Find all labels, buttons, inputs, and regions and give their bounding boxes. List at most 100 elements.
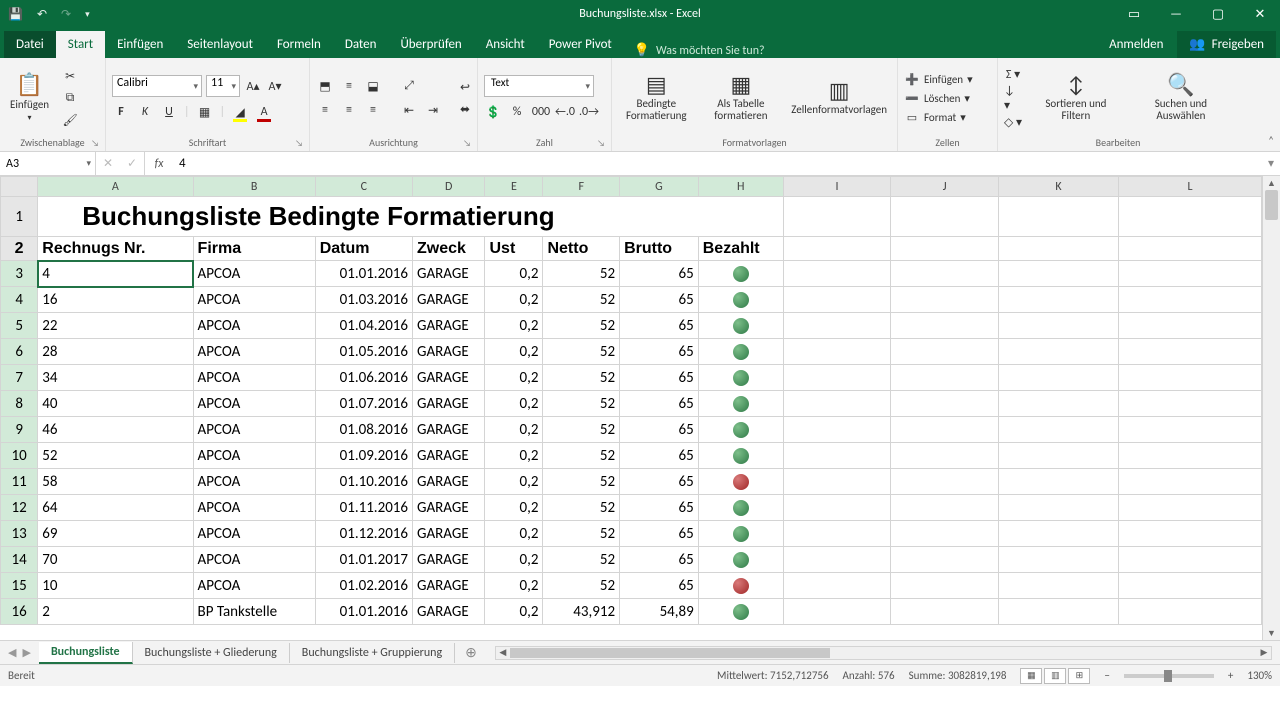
cancel-entry-icon[interactable]: ✕ xyxy=(96,156,120,171)
cell[interactable]: APCOA xyxy=(193,547,315,573)
minimize-icon[interactable]: — xyxy=(1156,0,1196,28)
cell[interactable]: 0,2 xyxy=(485,599,543,625)
row-header-11[interactable]: 11 xyxy=(1,469,38,495)
cell-indicator[interactable] xyxy=(698,365,783,391)
cell[interactable]: APCOA xyxy=(193,521,315,547)
cell-indicator[interactable] xyxy=(698,391,783,417)
cell[interactable]: APCOA xyxy=(193,261,315,287)
row-header-2[interactable]: 2 xyxy=(1,237,38,261)
cell[interactable]: GARAGE xyxy=(413,417,485,443)
align-top-icon[interactable]: ⬒ xyxy=(316,77,334,95)
currency-icon[interactable]: 💲 xyxy=(484,103,502,121)
title-cell[interactable]: Buchungsliste Bedingte Formatierung xyxy=(38,197,783,237)
undo-icon[interactable]: ↶ xyxy=(37,7,47,22)
tab-review[interactable]: Überprüfen xyxy=(388,31,473,58)
vertical-scrollbar[interactable]: ▲ ▼ xyxy=(1262,176,1280,640)
scroll-right-icon[interactable]: ▶ xyxy=(1257,647,1271,659)
cell[interactable]: 65 xyxy=(620,313,699,339)
cell-indicator[interactable] xyxy=(698,521,783,547)
cell[interactable]: 65 xyxy=(620,365,699,391)
cell[interactable]: 69 xyxy=(38,521,193,547)
cell[interactable]: APCOA xyxy=(193,391,315,417)
scroll-thumb[interactable] xyxy=(1265,190,1278,220)
cell[interactable]: GARAGE xyxy=(413,573,485,599)
cell[interactable]: 01.01.2016 xyxy=(315,599,412,625)
row-header-10[interactable]: 10 xyxy=(1,443,38,469)
name-box[interactable]: A3▾ xyxy=(0,152,96,175)
cell[interactable]: GARAGE xyxy=(413,443,485,469)
col-header-D[interactable]: D xyxy=(413,177,485,197)
cell[interactable]: APCOA xyxy=(193,417,315,443)
cell[interactable]: 01.10.2016 xyxy=(315,469,412,495)
row-header-9[interactable]: 9 xyxy=(1,417,38,443)
shrink-font-icon[interactable]: A▾ xyxy=(266,77,284,95)
cell[interactable]: 40 xyxy=(38,391,193,417)
col-header-F[interactable]: F xyxy=(543,177,620,197)
cell-indicator[interactable] xyxy=(698,443,783,469)
cell[interactable]: 01.04.2016 xyxy=(315,313,412,339)
cell[interactable]: 0,2 xyxy=(485,443,543,469)
cell[interactable]: APCOA xyxy=(193,313,315,339)
cell[interactable]: 65 xyxy=(620,547,699,573)
row-header-6[interactable]: 6 xyxy=(1,339,38,365)
row-header-7[interactable]: 7 xyxy=(1,365,38,391)
zoom-in-icon[interactable]: + xyxy=(1228,669,1233,682)
conditional-formatting-button[interactable]: ▤Bedingte Formatierung xyxy=(618,72,695,124)
insert-cells-button[interactable]: ➕Einfügen ▾ xyxy=(904,73,973,86)
comma-icon[interactable]: 000 xyxy=(532,103,550,121)
cell-indicator[interactable] xyxy=(698,417,783,443)
cell[interactable]: 01.06.2016 xyxy=(315,365,412,391)
dialog-launcher-icon[interactable]: ↘ xyxy=(91,138,99,149)
cell[interactable]: 01.12.2016 xyxy=(315,521,412,547)
zoom-out-icon[interactable]: − xyxy=(1104,669,1109,682)
cell[interactable]: 10 xyxy=(38,573,193,599)
row-header-15[interactable]: 15 xyxy=(1,573,38,599)
table-header[interactable]: Ust xyxy=(485,237,543,261)
tab-nav-prev-icon[interactable]: ◀ xyxy=(8,646,16,659)
pagebreak-view-icon[interactable]: ⊞ xyxy=(1068,668,1090,684)
row-header-14[interactable]: 14 xyxy=(1,547,38,573)
tell-me-search[interactable]: 💡 Was möchten Sie tun? xyxy=(624,43,775,58)
cell[interactable]: 52 xyxy=(543,469,620,495)
cell[interactable]: 52 xyxy=(543,547,620,573)
expand-formula-icon[interactable]: ▾ xyxy=(1262,152,1280,175)
cell[interactable]: GARAGE xyxy=(413,339,485,365)
table-header[interactable]: Firma xyxy=(193,237,315,261)
cell[interactable]: 22 xyxy=(38,313,193,339)
close-icon[interactable]: ✕ xyxy=(1240,0,1280,28)
hscroll-thumb[interactable] xyxy=(510,648,830,658)
cell[interactable]: 16 xyxy=(38,287,193,313)
cell[interactable]: 54,89 xyxy=(620,599,699,625)
cell[interactable]: GARAGE xyxy=(413,365,485,391)
cell[interactable]: 0,2 xyxy=(485,495,543,521)
cell-indicator[interactable] xyxy=(698,469,783,495)
cell[interactable]: 52 xyxy=(543,573,620,599)
cell[interactable]: APCOA xyxy=(193,469,315,495)
zoom-level[interactable]: 130% xyxy=(1247,669,1272,682)
cell[interactable]: APCOA xyxy=(193,339,315,365)
sheet-tab-3[interactable]: Buchungsliste + Gruppierung xyxy=(290,643,455,663)
cell[interactable]: BP Tankstelle xyxy=(193,599,315,625)
cell-indicator[interactable] xyxy=(698,287,783,313)
qat-customize-icon[interactable]: ▾ xyxy=(85,9,90,20)
decrease-decimal-icon[interactable]: .0→ xyxy=(580,103,598,121)
align-right-icon[interactable]: ≡ xyxy=(364,101,382,119)
font-color-icon[interactable]: A xyxy=(255,103,273,121)
cut-icon[interactable]: ✂ xyxy=(61,67,79,85)
table-header[interactable]: Zweck xyxy=(413,237,485,261)
cell[interactable]: 65 xyxy=(620,417,699,443)
tab-powerpivot[interactable]: Power Pivot xyxy=(537,31,624,58)
dialog-launcher-icon[interactable]: ↘ xyxy=(597,138,605,149)
col-header-E[interactable]: E xyxy=(485,177,543,197)
cell[interactable]: GARAGE xyxy=(413,521,485,547)
signin-button[interactable]: Anmelden xyxy=(1097,31,1175,58)
orientation-icon[interactable]: ⤢ xyxy=(400,77,418,95)
new-sheet-icon[interactable]: ⊕ xyxy=(455,644,487,661)
number-format-select[interactable]: Text▾ xyxy=(484,75,594,97)
row-header-3[interactable]: 3 xyxy=(1,261,38,287)
tab-data[interactable]: Daten xyxy=(333,31,389,58)
bold-button[interactable]: F xyxy=(112,103,130,121)
copy-icon[interactable]: ⧉ xyxy=(61,89,79,107)
tab-start[interactable]: Start xyxy=(56,31,105,58)
cell[interactable]: 28 xyxy=(38,339,193,365)
